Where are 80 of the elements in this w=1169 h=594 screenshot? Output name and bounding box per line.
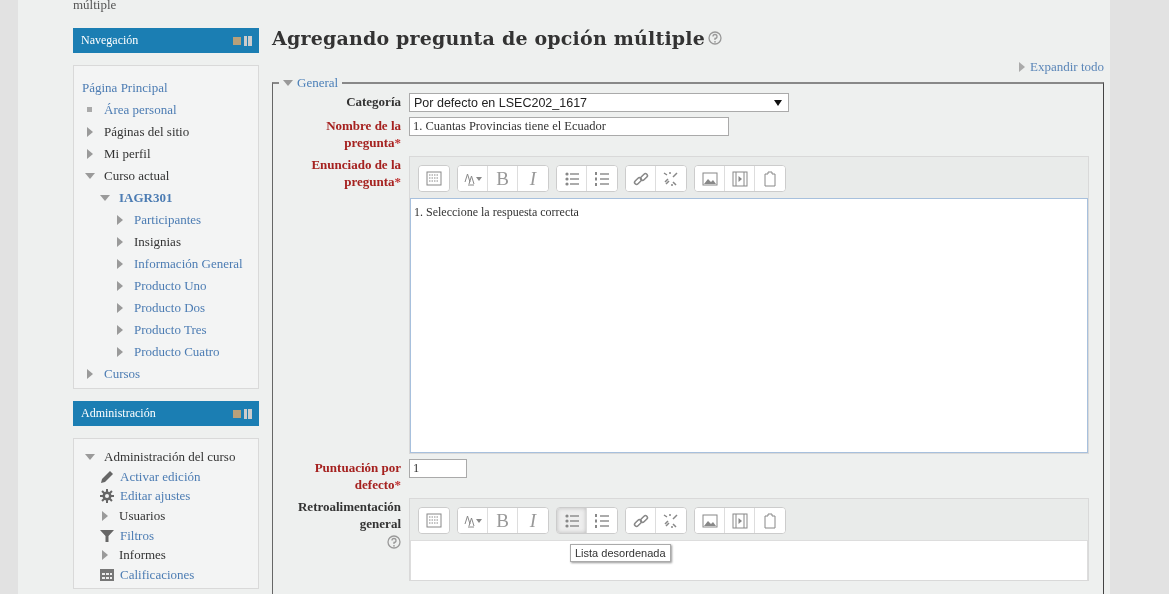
collapse-arrow-icon[interactable] [283, 79, 293, 87]
expand-arrow-icon[interactable] [85, 149, 95, 159]
pencil-icon [100, 469, 114, 484]
nav-link[interactable]: Área personal [104, 102, 177, 118]
expand-arrow-icon [1019, 62, 1025, 72]
bullet-list-button[interactable] [557, 166, 587, 191]
expand-arrow-icon[interactable] [115, 215, 125, 225]
nav-item[interactable]: Usuarios [119, 507, 166, 524]
expand-arrow-icon[interactable] [115, 325, 125, 335]
filter-icon [100, 528, 114, 543]
field-label: Nombre de la pregunta* [325, 117, 401, 151]
collapse-arrow-icon[interactable] [85, 451, 95, 462]
link-button[interactable] [626, 166, 656, 191]
nav-link[interactable]: Editar ajustes [120, 488, 191, 505]
tooltip: Lista desordenada [570, 544, 671, 562]
font-size-button[interactable] [458, 166, 488, 191]
field-label: Retroalimentación general [296, 498, 401, 532]
expand-arrow-icon[interactable] [115, 237, 125, 247]
editor-text: 1. Seleccione la respuesta correcta [414, 205, 579, 219]
help-icon[interactable] [387, 535, 401, 549]
expand-arrow-icon[interactable] [115, 303, 125, 313]
collapse-arrow-icon[interactable] [100, 193, 110, 203]
block-title: Administración [81, 406, 156, 421]
nav-link[interactable]: Producto Uno [134, 278, 207, 294]
keyboard-icon [424, 510, 444, 531]
expand-arrow-icon[interactable] [85, 369, 95, 379]
expand-arrow-icon[interactable] [100, 550, 110, 561]
nav-link[interactable]: Producto Tres [134, 322, 207, 338]
nav-link[interactable]: Filtros [120, 527, 154, 544]
score-input[interactable]: 1 [409, 459, 467, 478]
category-select[interactable]: Por defecto en LSEC202_1617 [409, 93, 789, 112]
dock-icon[interactable] [233, 408, 253, 419]
collapse-arrow-icon[interactable] [85, 171, 95, 181]
nav-link[interactable]: Página Principal [82, 80, 168, 96]
breadcrumb-text: múltiple [73, 0, 118, 14]
section-legend[interactable]: General [297, 75, 339, 91]
image-button[interactable] [695, 508, 725, 533]
nav-item[interactable]: Informes [119, 547, 166, 564]
nav-link[interactable]: Calificaciones [120, 566, 195, 583]
bullet-icon [85, 105, 95, 115]
dock-icon[interactable] [233, 35, 253, 46]
editor-text-area[interactable]: 1. Seleccione la respuesta correcta [410, 198, 1088, 453]
nav-link[interactable]: Participantes [134, 212, 202, 228]
nav-link[interactable]: Producto Cuatro [134, 344, 220, 360]
film-icon [729, 510, 750, 531]
expand-arrow-icon[interactable] [115, 281, 125, 291]
toolbar-toggle-button[interactable] [419, 166, 449, 191]
expand-arrow-icon[interactable] [115, 259, 125, 269]
nav-link[interactable]: Producto Dos [134, 300, 206, 316]
image-button[interactable] [695, 166, 725, 191]
help-icon[interactable] [708, 31, 723, 45]
gear-icon [100, 489, 114, 504]
block-title: Navegación [81, 33, 139, 48]
toolbar-toggle-button[interactable] [419, 508, 449, 533]
expand-all-link[interactable]: Expandir todo [1030, 59, 1104, 75]
nav-link[interactable]: Información General [134, 256, 243, 272]
bullet-list-button[interactable] [557, 508, 587, 533]
name-input[interactable]: 1. Cuantas Provincias tiene el Ecuador [409, 117, 729, 136]
nav-link[interactable]: Activar edición [120, 468, 201, 485]
film-icon [729, 168, 750, 189]
field-label: Enunciado de la pregunta* [310, 156, 401, 190]
nav-item[interactable]: Administración del curso [104, 448, 236, 465]
field-label: Categoría [346, 93, 401, 110]
nav-item[interactable]: Curso actual [104, 168, 170, 184]
keyboard-icon [424, 168, 444, 189]
nav-link[interactable]: IAGR301 [119, 190, 173, 206]
link-button[interactable] [626, 508, 656, 533]
nav-item[interactable]: Insignias [134, 234, 181, 250]
nav-link[interactable]: Cursos [104, 366, 141, 382]
dropdown-arrow-icon [774, 99, 782, 106]
expand-arrow-icon[interactable] [115, 347, 125, 357]
font-size-button[interactable] [458, 508, 488, 533]
expand-arrow-icon[interactable] [100, 510, 110, 521]
expand-arrow-icon[interactable] [85, 127, 95, 137]
nav-item[interactable]: Mi perfil [104, 146, 151, 162]
editor-text-area[interactable] [410, 540, 1088, 580]
table-icon [100, 567, 114, 582]
field-label: Puntuación por defecto* [313, 459, 401, 493]
nav-item[interactable]: Páginas del sitio [104, 124, 190, 140]
page-title: Agregando pregunta de opción múltiple [272, 27, 706, 49]
